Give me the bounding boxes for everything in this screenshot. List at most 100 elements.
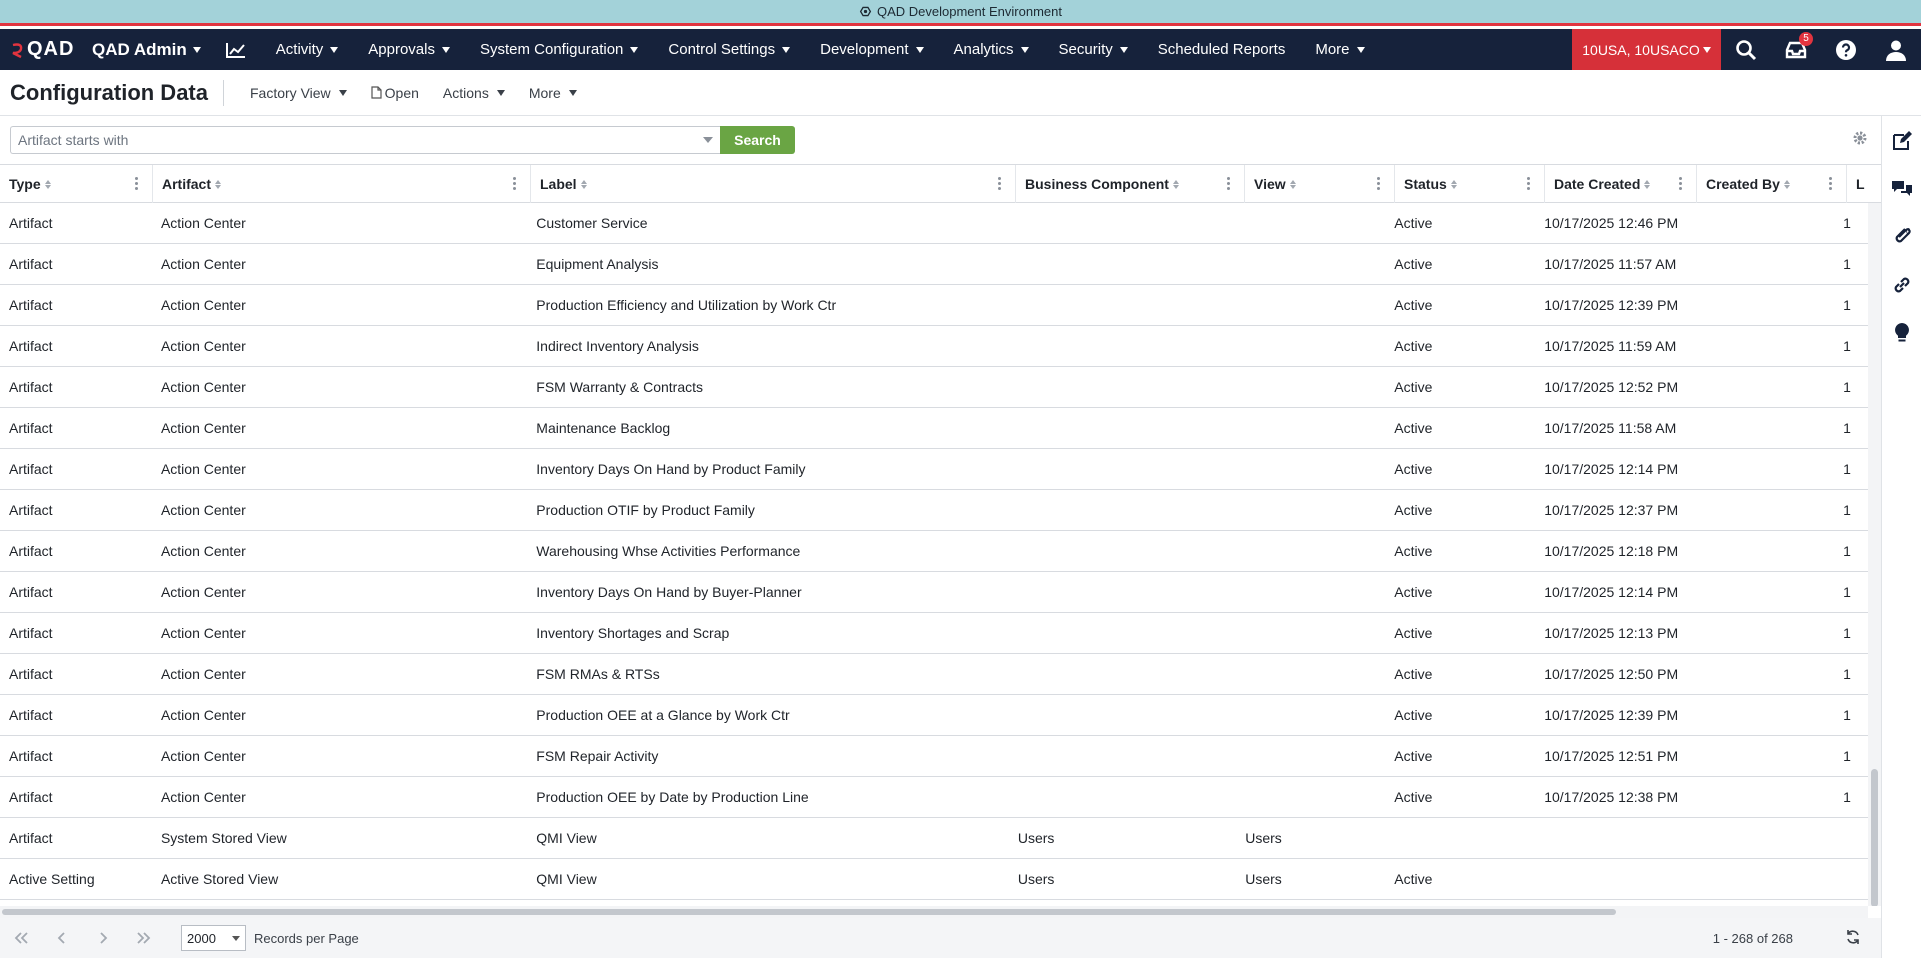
environment-icon: [859, 6, 872, 17]
nav-system-configuration[interactable]: System Configuration: [465, 29, 653, 70]
view-selector[interactable]: Factory View: [238, 85, 359, 101]
column-menu-icon[interactable]: [1829, 177, 1832, 190]
app-menu-button[interactable]: QAD Admin: [82, 40, 211, 60]
nav-scheduled-reports[interactable]: Scheduled Reports: [1143, 29, 1301, 70]
previous-page-button[interactable]: [41, 932, 82, 944]
sort-icon[interactable]: [1289, 179, 1296, 189]
vertical-scrollbar[interactable]: [1868, 203, 1881, 906]
column-header-status[interactable]: Status: [1395, 165, 1545, 203]
next-page-button[interactable]: [82, 932, 123, 944]
column-menu-icon[interactable]: [135, 177, 138, 190]
help-button[interactable]: [1821, 29, 1871, 70]
sort-icon[interactable]: [215, 179, 222, 189]
search-button[interactable]: Search: [720, 126, 795, 154]
cell-label: FSM RMAs & RTSs: [536, 666, 660, 682]
table-row[interactable]: Artifact Action Center Production OTIF by …: [0, 490, 1868, 531]
table-row[interactable]: Artifact Action Center Inventory Days On H…: [0, 449, 1868, 490]
more-label: More: [528, 84, 561, 101]
column-header-created-by[interactable]: Created By: [1697, 165, 1847, 203]
nav-activity[interactable]: Activity: [261, 29, 354, 70]
qad-logo[interactable]: QAD: [0, 38, 82, 61]
column-menu-icon[interactable]: [1679, 177, 1682, 190]
table-row[interactable]: Artifact Action Center FSM RMAs & RTSs Acti…: [0, 654, 1868, 695]
sort-icon[interactable]: [1644, 179, 1651, 189]
column-menu-icon[interactable]: [998, 177, 1001, 190]
nav-approvals[interactable]: Approvals: [353, 29, 465, 70]
nav-development[interactable]: Development: [805, 29, 938, 70]
column-menu-icon[interactable]: [513, 177, 516, 190]
inbox-button[interactable]: 5: [1771, 29, 1821, 70]
column-title: Status: [1404, 176, 1447, 192]
column-header-artifact[interactable]: Artifact: [153, 165, 531, 203]
horizontal-scroll-thumb[interactable]: [2, 909, 1616, 915]
table-row[interactable]: Artifact Action Center Equipment Analysis A…: [0, 244, 1868, 285]
horizontal-scrollbar[interactable]: [0, 906, 1868, 918]
analytics-trend-button[interactable]: [211, 41, 261, 59]
column-header-l[interactable]: L: [1847, 165, 1881, 203]
sort-icon[interactable]: [1783, 179, 1790, 189]
cell-l: 1: [1843, 338, 1851, 354]
table-row[interactable]: Artifact Action Center Inventory Days On H…: [0, 572, 1868, 613]
cell-status: Active: [1394, 625, 1433, 641]
table-row[interactable]: Artifact System Stored View QMI View Users U…: [0, 818, 1868, 859]
table-row[interactable]: Artifact Action Center Production OEE by D…: [0, 777, 1868, 818]
attachments-button[interactable]: 0: [1890, 224, 1914, 250]
user-profile-button[interactable]: [1871, 29, 1921, 70]
domain-selector[interactable]: 10USA, 10USACO: [1572, 29, 1721, 70]
chevron-down-icon[interactable]: [703, 137, 713, 143]
table-row[interactable]: Active Setting Active Stored View QMI View…: [0, 859, 1868, 900]
cell-type: Artifact: [9, 748, 53, 764]
first-page-button[interactable]: [0, 932, 41, 944]
table-row[interactable]: Artifact Action Center FSM Repair Activity…: [0, 736, 1868, 777]
column-menu-icon[interactable]: [1227, 177, 1230, 190]
nav-security[interactable]: Security: [1044, 29, 1143, 70]
sort-icon[interactable]: [44, 179, 51, 189]
more-menu[interactable]: More: [517, 85, 589, 101]
column-menu-icon[interactable]: [1527, 177, 1530, 190]
chevron-down-icon: [192, 46, 201, 53]
table-row[interactable]: Artifact Action Center Indirect Inventory …: [0, 326, 1868, 367]
grid-settings-button[interactable]: [1852, 130, 1868, 151]
column-header-business-component[interactable]: Business Component: [1016, 165, 1245, 203]
cell-date-created: 10/17/2025 12:13 PM: [1544, 625, 1679, 641]
open-button[interactable]: Open: [359, 85, 431, 101]
vertical-scroll-thumb[interactable]: [1871, 769, 1878, 906]
column-header-date-created[interactable]: Date Created: [1545, 165, 1697, 203]
sort-icon[interactable]: [1172, 179, 1179, 189]
column-menu-icon[interactable]: [1377, 177, 1380, 190]
cell-type: Artifact: [9, 256, 53, 272]
chat-button[interactable]: [1890, 176, 1914, 202]
ideas-button[interactable]: [1890, 320, 1914, 346]
cell-type: Artifact: [9, 666, 53, 682]
table-row[interactable]: Artifact Action Center Production Efficien…: [0, 285, 1868, 326]
links-button[interactable]: [1890, 272, 1914, 298]
table-row[interactable]: Artifact Action Center Maintenance Backlog…: [0, 408, 1868, 449]
table-row[interactable]: Artifact Action Center Warehousing Whse Ac…: [0, 531, 1868, 572]
column-header-type[interactable]: Type: [0, 165, 153, 203]
column-header-view[interactable]: View: [1245, 165, 1395, 203]
page-header: Configuration Data Factory View Open Act…: [0, 70, 1921, 116]
global-search-button[interactable]: [1721, 29, 1771, 70]
edit-icon: [1892, 131, 1912, 150]
chevron-down-icon: [496, 89, 505, 96]
column-header-label[interactable]: Label: [531, 165, 1016, 203]
table-row[interactable]: Artifact Action Center Production OEE at a…: [0, 695, 1868, 736]
edit-note-button[interactable]: [1890, 128, 1914, 154]
nav-control-settings[interactable]: Control Settings: [653, 29, 805, 70]
artifact-search-input[interactable]: Artifact starts with: [10, 126, 720, 154]
lightbulb-icon: [1894, 323, 1909, 342]
last-page-button[interactable]: [123, 932, 164, 944]
table-row[interactable]: Artifact Action Center Customer Service Act…: [0, 203, 1868, 244]
sort-icon[interactable]: [1450, 179, 1457, 189]
chevron-down-icon: [915, 46, 924, 53]
nav-more[interactable]: More: [1300, 29, 1379, 70]
nav-analytics[interactable]: Analytics: [939, 29, 1044, 70]
cell-artifact: Action Center: [160, 256, 246, 272]
cell-label: FSM Warranty & Contracts: [536, 379, 704, 395]
table-row[interactable]: Artifact Action Center FSM Warranty & Cont…: [0, 367, 1868, 408]
refresh-button[interactable]: [1845, 929, 1861, 948]
actions-menu[interactable]: Actions: [431, 85, 517, 101]
page-size-select[interactable]: 2000: [181, 925, 246, 951]
sort-icon[interactable]: [580, 179, 587, 189]
table-row[interactable]: Artifact Action Center Inventory Shortages…: [0, 613, 1868, 654]
